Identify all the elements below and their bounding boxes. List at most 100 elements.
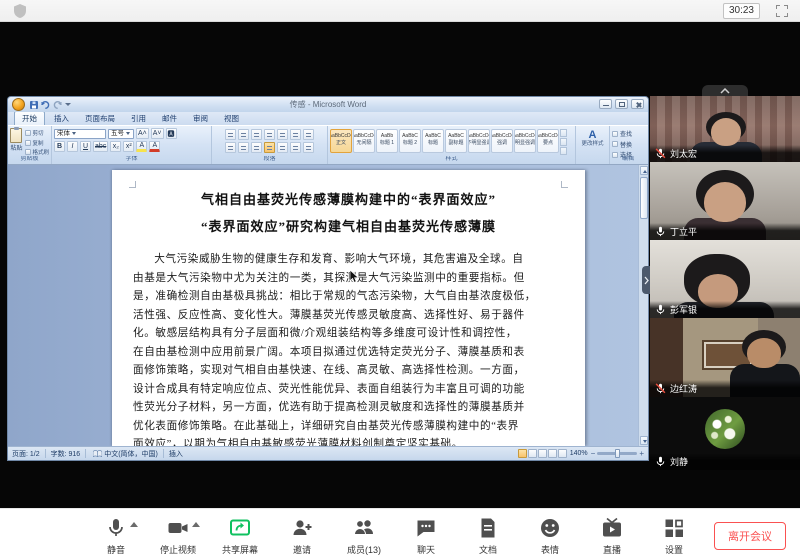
- line-spacing-button[interactable]: [277, 142, 288, 153]
- decrease-indent-button[interactable]: [264, 129, 275, 140]
- underline-button[interactable]: U: [80, 141, 91, 152]
- scroll-up-icon[interactable]: [640, 166, 648, 175]
- mute-button[interactable]: 静音: [92, 516, 140, 556]
- subscript-button[interactable]: x₂: [110, 141, 121, 152]
- multilevel-list-button[interactable]: [251, 129, 262, 140]
- draft-view-icon[interactable]: [558, 449, 567, 458]
- participant-tile[interactable]: 彭军银: [650, 240, 800, 318]
- highlight-button[interactable]: A: [136, 141, 147, 152]
- page-indicator[interactable]: 页面: 1/2: [12, 449, 40, 459]
- replace-button[interactable]: 替换: [612, 140, 644, 149]
- clear-format-button[interactable]: 🅰: [166, 128, 177, 139]
- mic-options-icon[interactable]: [130, 522, 138, 527]
- clipboard-icon: [10, 128, 22, 143]
- bold-button[interactable]: B: [54, 141, 65, 152]
- participant-tile[interactable]: 刘太宏: [650, 96, 800, 162]
- participant-tile[interactable]: 丁立平: [650, 162, 800, 240]
- style-item[interactable]: AaBbCcDd不明显强调: [468, 129, 490, 153]
- fullscreen-reading-icon[interactable]: [528, 449, 537, 458]
- leave-meeting-button[interactable]: 离开会议: [714, 522, 786, 550]
- tab-references[interactable]: 引用: [124, 112, 153, 125]
- justify-button[interactable]: [264, 142, 275, 153]
- invite-button[interactable]: 邀请: [278, 516, 326, 556]
- style-item[interactable]: AaBbC标题 2: [399, 129, 421, 153]
- emoji-button[interactable]: 表情: [526, 516, 574, 556]
- participant-tile[interactable]: 边红涛: [650, 318, 800, 397]
- word-count[interactable]: 字数: 916: [51, 449, 81, 459]
- style-item[interactable]: AaBbC标题: [422, 129, 444, 153]
- superscript-button[interactable]: x²: [123, 141, 134, 152]
- tab-view[interactable]: 视图: [217, 112, 246, 125]
- close-button[interactable]: [631, 99, 644, 109]
- document-page[interactable]: 气相自由基荧光传感薄膜构建中的“表界面效应” “表界面效应”研究构建气相自由基荧…: [112, 170, 585, 446]
- increase-indent-button[interactable]: [277, 129, 288, 140]
- cut-button[interactable]: 剪切: [25, 129, 49, 137]
- borders-button[interactable]: [303, 142, 314, 153]
- font-group: 宋体 五号 A˄ A˅ 🅰 B I U abc x₂ x² A A: [52, 126, 212, 164]
- shrink-font-button[interactable]: A˅: [151, 128, 164, 139]
- style-item[interactable]: AaBbCcDd强调: [491, 129, 513, 153]
- insert-mode[interactable]: 插入: [169, 449, 183, 459]
- sort-button[interactable]: [290, 129, 301, 140]
- style-item[interactable]: AaBbC副标题: [445, 129, 467, 153]
- members-button[interactable]: 成员(13): [340, 516, 388, 556]
- font-size-select[interactable]: 五号: [108, 129, 134, 139]
- live-button[interactable]: 直播: [588, 516, 636, 556]
- fullscreen-icon[interactable]: [776, 5, 788, 17]
- paste-button[interactable]: 粘贴: [10, 128, 23, 155]
- zoom-out-icon[interactable]: −: [591, 450, 596, 458]
- video-options-icon[interactable]: [192, 522, 200, 527]
- participant-tile[interactable]: 刘静: [650, 397, 800, 470]
- copy-button[interactable]: 复制: [25, 139, 49, 147]
- scroll-down-icon[interactable]: [640, 436, 648, 445]
- align-center-button[interactable]: [238, 142, 249, 153]
- font-name-select[interactable]: 宋体: [54, 129, 106, 139]
- italic-button[interactable]: I: [67, 141, 78, 152]
- print-layout-icon[interactable]: [518, 449, 527, 458]
- collapse-videos-button[interactable]: [702, 85, 748, 96]
- minimize-button[interactable]: [599, 99, 612, 109]
- show-marks-button[interactable]: [303, 129, 314, 140]
- settings-button[interactable]: 设置: [650, 516, 698, 556]
- spellcheck-icon[interactable]: [93, 450, 102, 458]
- style-item[interactable]: AaBbCcDd要点: [537, 129, 559, 153]
- zoom-level[interactable]: 140%: [570, 450, 588, 457]
- outline-view-icon[interactable]: [548, 449, 557, 458]
- zoom-slider[interactable]: − +: [591, 450, 644, 458]
- chat-button[interactable]: 聊天: [402, 516, 450, 556]
- change-styles-button[interactable]: A 更改样式: [576, 126, 610, 164]
- vertical-scrollbar[interactable]: [638, 165, 648, 446]
- align-right-button[interactable]: [251, 142, 262, 153]
- styles-scroll[interactable]: [560, 129, 567, 155]
- language-indicator[interactable]: 中文(简体，中国): [104, 449, 158, 459]
- strikethrough-button[interactable]: abc: [93, 141, 108, 152]
- docs-button[interactable]: 文档: [464, 516, 512, 556]
- style-item[interactable]: AaBbCcDd无间隔: [353, 129, 375, 153]
- tab-page-layout[interactable]: 页面布局: [78, 112, 122, 125]
- scrollbar-thumb[interactable]: [640, 177, 648, 219]
- tab-home[interactable]: 开始: [14, 111, 45, 125]
- numbering-button[interactable]: [238, 129, 249, 140]
- stop-video-button[interactable]: 停止视频: [154, 516, 202, 556]
- find-button[interactable]: 查找: [612, 129, 644, 138]
- tab-review[interactable]: 审阅: [186, 112, 215, 125]
- style-item[interactable]: AaBbCcDd正文: [330, 129, 352, 153]
- format-painter-button[interactable]: 格式刷: [25, 148, 49, 156]
- restore-button[interactable]: [615, 99, 628, 109]
- zoom-slider-thumb[interactable]: [615, 449, 620, 458]
- tab-insert[interactable]: 插入: [47, 112, 76, 125]
- bullets-button[interactable]: [225, 129, 236, 140]
- document-area[interactable]: 气相自由基荧光传感薄膜构建中的“表界面效应” “表界面效应”研究构建气相自由基荧…: [8, 165, 648, 446]
- tab-mailings[interactable]: 邮件: [155, 112, 184, 125]
- zoom-in-icon[interactable]: +: [639, 450, 644, 458]
- font-color-button[interactable]: A: [149, 141, 160, 152]
- align-left-button[interactable]: [225, 142, 236, 153]
- grow-font-button[interactable]: A˄: [136, 128, 149, 139]
- shading-button[interactable]: [290, 142, 301, 153]
- web-layout-icon[interactable]: [538, 449, 547, 458]
- share-screen-button[interactable]: 共享屏幕: [216, 516, 264, 556]
- style-item[interactable]: AaBbCcDd明显强调: [514, 129, 536, 153]
- view-mode-buttons[interactable]: [518, 449, 567, 458]
- word-titlebar[interactable]: 传感 - Microsoft Word: [8, 97, 648, 112]
- style-item[interactable]: AaBb标题 1: [376, 129, 398, 153]
